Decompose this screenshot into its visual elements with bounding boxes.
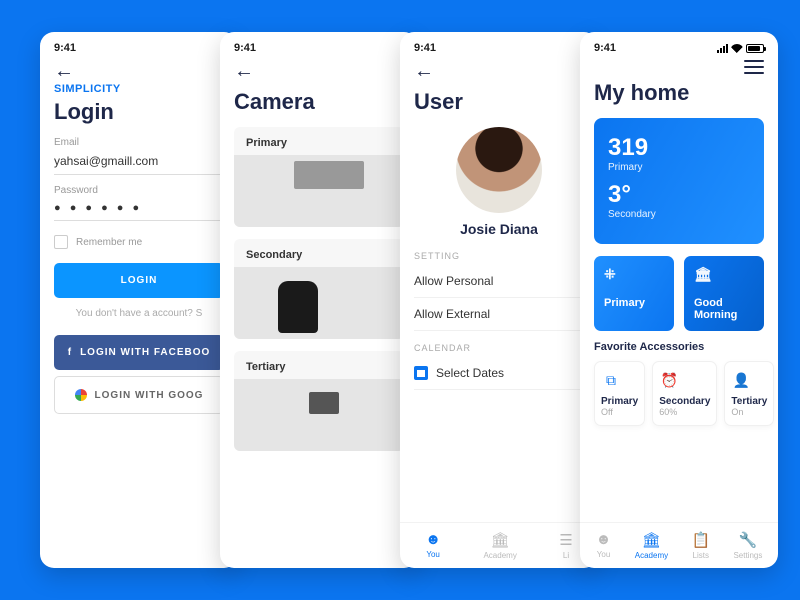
camera-card[interactable]: Tertiary <box>234 351 404 451</box>
password-field[interactable]: ● ● ● ● ● ● <box>54 196 224 221</box>
tab-you[interactable]: ☻You <box>425 531 441 560</box>
expand-icon: ⁜ <box>604 266 664 283</box>
tab-bar: ☻You 🏛Academy ☰Li <box>400 522 598 568</box>
clock-icon: ⏰ <box>659 370 679 390</box>
camera-screen: 9:41 ← Camera Primary Secondary Tertiary <box>220 32 418 568</box>
favorite-item[interactable]: ⧉PrimaryOff <box>594 361 645 426</box>
status-time: 9:41 <box>54 42 76 54</box>
hero-value-primary: 319 <box>608 134 750 162</box>
signup-hint[interactable]: You don't have a account? S <box>54 308 224 319</box>
status-icons <box>717 44 764 53</box>
status-time: 9:41 <box>414 42 436 54</box>
user-screen: 9:41 ← User Josie Diana SETTING Allow Pe… <box>400 32 598 568</box>
favorites-header: Favorite Accessories <box>594 341 764 353</box>
section-header: SETTING <box>414 251 584 261</box>
tab-settings[interactable]: 🔧Settings <box>733 531 762 560</box>
user-name: Josie Diana <box>414 221 584 237</box>
page-title: Camera <box>234 89 404 115</box>
page-title: Login <box>54 99 224 125</box>
bank-icon: 🏛 <box>694 266 754 283</box>
page-title: My home <box>594 80 764 106</box>
avatar[interactable] <box>456 127 542 213</box>
google-icon <box>75 389 87 401</box>
home-screen: 9:41 My home 319 Primary 3° Secondary ⁜P… <box>580 32 778 568</box>
back-button[interactable]: ← <box>40 58 238 85</box>
tab-lists[interactable]: 📋Lists <box>691 531 710 560</box>
brand-label: SIMPLICITY <box>40 83 238 95</box>
calendar-icon <box>414 366 428 380</box>
status-time: 9:41 <box>594 42 616 54</box>
tab-you[interactable]: ☻You <box>596 531 612 560</box>
menu-button[interactable] <box>730 58 778 76</box>
camera-thumbnail <box>234 267 404 339</box>
setting-row[interactable]: Allow External <box>414 298 584 331</box>
login-google-button[interactable]: LOGIN WITH GOOG <box>54 376 224 414</box>
hero-value-secondary: 3° <box>608 181 750 209</box>
tab-bar: ☻You 🏛Academy 📋Lists 🔧Settings <box>580 522 778 568</box>
wallet-icon: ⧉ <box>601 370 621 390</box>
tile-good-morning[interactable]: 🏛Good Morning <box>684 256 764 331</box>
login-button[interactable]: LOGIN <box>54 263 224 298</box>
section-header: CALENDAR <box>414 343 584 353</box>
camera-card[interactable]: Primary <box>234 127 404 227</box>
login-facebook-button[interactable]: fLOGIN WITH FACEBOO <box>54 335 224 370</box>
camera-thumbnail <box>234 155 404 227</box>
tab-academy[interactable]: 🏛Academy <box>635 531 668 560</box>
page-title: User <box>414 89 584 115</box>
favorite-item[interactable]: ⏰Secondary60% <box>652 361 717 426</box>
tile-primary[interactable]: ⁜Primary <box>594 256 674 331</box>
status-time: 9:41 <box>234 42 256 54</box>
camera-card[interactable]: Secondary <box>234 239 404 339</box>
email-label: Email <box>54 137 224 148</box>
setting-row[interactable]: Allow Personal <box>414 265 584 298</box>
tab-lists[interactable]: ☰Li <box>559 531 572 560</box>
email-field[interactable] <box>54 148 224 175</box>
tab-academy[interactable]: 🏛Academy <box>483 531 516 560</box>
camera-thumbnail <box>234 379 404 451</box>
favorite-item[interactable]: 👤TertiaryOn <box>724 361 774 426</box>
password-label: Password <box>54 185 224 196</box>
back-button[interactable]: ← <box>220 58 418 85</box>
back-button[interactable]: ← <box>400 58 598 85</box>
hero-card[interactable]: 319 Primary 3° Secondary <box>594 118 764 244</box>
calendar-row[interactable]: Select Dates <box>414 357 584 390</box>
person-icon: 👤 <box>731 370 751 390</box>
login-screen: 9:41 ← SIMPLICITY Login Email Password ●… <box>40 32 238 568</box>
remember-checkbox[interactable]: Remember me <box>54 235 224 249</box>
